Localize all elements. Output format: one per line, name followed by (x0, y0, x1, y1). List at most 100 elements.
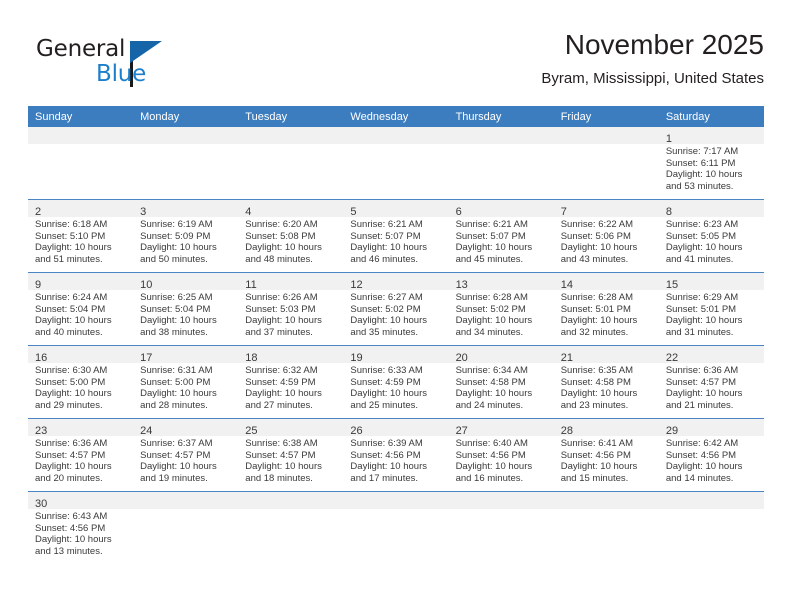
calendar-day-cell[interactable]: 15 Sunrise: 6:29 AM Sunset: 5:01 PM Dayligh… (658, 272, 764, 346)
sun-info-line: Sunrise: 6:18 AM (35, 219, 108, 230)
calendar-day-cell[interactable]: 1 Sunrise: 7:17 AM Sunset: 6:11 PM Daylight… (658, 127, 764, 200)
sun-info-line: Sunset: 4:56 PM (35, 522, 106, 534)
sun-info-line: Sunrise: 6:24 AM (35, 292, 108, 303)
day-number: 18 (245, 352, 258, 364)
sun-info-line: Daylight: 10 hours (560, 242, 638, 254)
sun-info-line: Sunrise: 6:30 AM (35, 365, 108, 376)
sun-info-block: Sunrise: 6:33 AM Sunset: 4:59 PM Daylight:… (343, 363, 448, 411)
day-cell-inner (28, 127, 134, 199)
sun-info-block: Sunrise: 6:41 AM Sunset: 4:56 PM Daylight:… (554, 436, 659, 484)
sun-info-block: Sunrise: 6:24 AM Sunset: 5:04 PM Daylight:… (28, 290, 133, 338)
calendar-day-cell[interactable]: 12 Sunrise: 6:27 AM Sunset: 5:02 PM Dayligh… (343, 272, 449, 346)
sun-info-line: and 20 minutes. (35, 472, 103, 484)
sun-info-line: Sunrise: 6:33 AM (350, 365, 423, 376)
calendar-day-cell[interactable]: 10 Sunrise: 6:25 AM Sunset: 5:04 PM Dayligh… (133, 272, 239, 346)
sun-info-line: Daylight: 10 hours (140, 388, 217, 400)
day-cell-inner: 17 Sunrise: 6:31 AM Sunset: 5:00 PM Dayligh… (133, 346, 239, 418)
day-number: 29 (665, 425, 679, 437)
day-number-band (133, 492, 239, 509)
calendar-day-cell[interactable]: 19 Sunrise: 6:33 AM Sunset: 4:59 PM Dayligh… (343, 345, 449, 419)
sun-info-line: Sunrise: 6:36 AM (35, 438, 108, 449)
sun-info-line: Sunset: 5:01 PM (560, 303, 631, 315)
day-number-band: 20 (448, 346, 554, 364)
day-number-band: 3 (133, 200, 239, 218)
day-number: 14 (560, 279, 573, 291)
sun-info-line: Sunrise: 6:35 AM (560, 365, 634, 376)
calendar-day-cell[interactable]: 2 Sunrise: 6:18 AM Sunset: 5:10 PM Daylight… (28, 199, 134, 273)
sun-info-line: and 38 minutes. (140, 326, 208, 338)
calendar-cell-empty (238, 492, 344, 565)
calendar-day-cell[interactable]: 7 Sunrise: 6:22 AM Sunset: 5:06 PM Daylight… (553, 199, 659, 273)
weekday-header-sunday: Sunday (28, 106, 134, 127)
sun-info-line: Sunrise: 6:23 AM (665, 219, 739, 230)
sun-info-line: Sunset: 5:04 PM (140, 303, 211, 315)
calendar-day-cell[interactable]: 20 Sunrise: 6:34 AM Sunset: 4:58 PM Dayligh… (448, 345, 554, 419)
sun-info-line: Sunset: 4:58 PM (455, 376, 526, 388)
day-cell-inner: 25 Sunrise: 6:38 AM Sunset: 4:57 PM Dayligh… (238, 419, 344, 491)
day-number: 23 (35, 425, 48, 437)
calendar-day-cell[interactable]: 18 Sunrise: 6:32 AM Sunset: 4:59 PM Dayligh… (238, 345, 344, 419)
sun-info-line: and 21 minutes. (665, 399, 734, 411)
day-number-band (343, 127, 449, 144)
sun-info-line: Sunset: 5:05 PM (665, 230, 737, 242)
calendar-day-cell[interactable]: 6 Sunrise: 6:21 AM Sunset: 5:07 PM Daylight… (448, 199, 554, 273)
calendar-day-cell[interactable]: 11 Sunrise: 6:26 AM Sunset: 5:03 PM Dayligh… (238, 272, 344, 346)
sun-info-line: Sunset: 5:02 PM (350, 303, 421, 315)
calendar-day-cell[interactable]: 8 Sunrise: 6:23 AM Sunset: 5:05 PM Daylight… (658, 199, 764, 273)
calendar-day-cell[interactable]: 27 Sunrise: 6:40 AM Sunset: 4:56 PM Dayligh… (448, 418, 554, 492)
sun-info-line: Sunset: 6:11 PM (665, 157, 736, 169)
sun-info-block: Sunrise: 6:28 AM Sunset: 5:02 PM Daylight:… (449, 290, 554, 338)
sun-info-line: Daylight: 10 hours (35, 315, 112, 327)
brand-name-general: General (36, 36, 126, 62)
day-number-band: 10 (133, 273, 239, 291)
calendar-day-cell[interactable]: 5 Sunrise: 6:21 AM Sunset: 5:07 PM Daylight… (343, 199, 449, 273)
calendar-cell-empty (658, 492, 764, 565)
calendar-day-cell[interactable]: 24 Sunrise: 6:37 AM Sunset: 4:57 PM Dayligh… (133, 418, 239, 492)
calendar-day-cell[interactable]: 29 Sunrise: 6:42 AM Sunset: 4:56 PM Dayligh… (658, 418, 764, 492)
weekday-header-monday: Monday (133, 106, 239, 127)
sun-info-line: Sunset: 5:07 PM (350, 230, 421, 242)
day-number: 10 (140, 279, 153, 291)
calendar-day-cell[interactable]: 9 Sunrise: 6:24 AM Sunset: 5:04 PM Daylight… (28, 272, 134, 346)
day-number-band: 16 (28, 346, 134, 364)
brand-logo[interactable]: General Blue (36, 36, 216, 92)
calendar-day-cell[interactable]: 13 Sunrise: 6:28 AM Sunset: 5:02 PM Dayligh… (448, 272, 554, 346)
sun-info-line: and 14 minutes. (665, 472, 734, 484)
calendar-page: General Blue November 2025 Byram, Missis… (0, 0, 792, 612)
day-number-band (133, 127, 239, 144)
calendar-day-cell[interactable]: 23 Sunrise: 6:36 AM Sunset: 4:57 PM Dayligh… (28, 418, 134, 492)
sun-info-block: Sunrise: 6:21 AM Sunset: 5:07 PM Daylight:… (449, 217, 554, 265)
sun-info-line: and 23 minutes. (560, 399, 629, 411)
day-cell-inner (238, 492, 344, 564)
calendar-day-cell[interactable]: 14 Sunrise: 6:28 AM Sunset: 5:01 PM Dayligh… (553, 272, 659, 346)
sun-info-line: Sunset: 5:08 PM (245, 230, 316, 242)
calendar-day-cell[interactable]: 25 Sunrise: 6:38 AM Sunset: 4:57 PM Dayligh… (238, 418, 344, 492)
calendar-day-cell[interactable]: 17 Sunrise: 6:31 AM Sunset: 5:00 PM Dayligh… (133, 345, 239, 419)
day-number: 28 (560, 425, 573, 437)
sun-info-line: Daylight: 10 hours (455, 242, 533, 254)
day-number: 22 (665, 352, 679, 364)
calendar-day-cell[interactable]: 30 Sunrise: 6:43 AM Sunset: 4:56 PM Dayligh… (28, 492, 134, 565)
sun-info-line: Sunset: 4:57 PM (665, 376, 737, 388)
sun-info-line: Sunset: 5:10 PM (35, 230, 106, 242)
calendar-day-cell[interactable]: 22 Sunrise: 6:36 AM Sunset: 4:57 PM Dayligh… (658, 345, 764, 419)
sun-info-line: Daylight: 10 hours (350, 315, 427, 327)
day-cell-inner: 6 Sunrise: 6:21 AM Sunset: 5:07 PM Daylight… (448, 200, 554, 272)
calendar-cell-empty (133, 492, 239, 565)
sun-info-line: Daylight: 10 hours (455, 461, 533, 473)
calendar-day-cell[interactable]: 3 Sunrise: 6:19 AM Sunset: 5:09 PM Daylight… (133, 199, 239, 273)
day-cell-inner (238, 127, 344, 199)
calendar-week-row: 9 Sunrise: 6:24 AM Sunset: 5:04 PM Daylight… (28, 272, 764, 346)
day-number-band: 27 (448, 419, 554, 437)
calendar-day-cell[interactable]: 16 Sunrise: 6:30 AM Sunset: 5:00 PM Dayligh… (28, 345, 134, 419)
sun-info-line: Sunset: 4:56 PM (560, 449, 631, 461)
day-number-band: 30 (28, 492, 134, 510)
calendar-day-cell[interactable]: 21 Sunrise: 6:35 AM Sunset: 4:58 PM Dayligh… (553, 345, 659, 419)
calendar-day-cell[interactable]: 28 Sunrise: 6:41 AM Sunset: 4:56 PM Dayligh… (553, 418, 659, 492)
calendar-day-cell[interactable]: 26 Sunrise: 6:39 AM Sunset: 4:56 PM Dayligh… (343, 418, 449, 492)
day-number-band: 19 (343, 346, 449, 364)
sun-info-line: Daylight: 10 hours (35, 242, 112, 254)
calendar-day-cell[interactable]: 4 Sunrise: 6:20 AM Sunset: 5:08 PM Daylight… (238, 199, 344, 273)
day-number: 26 (350, 425, 363, 437)
sun-info-block: Sunrise: 6:32 AM Sunset: 4:59 PM Daylight:… (238, 363, 343, 411)
